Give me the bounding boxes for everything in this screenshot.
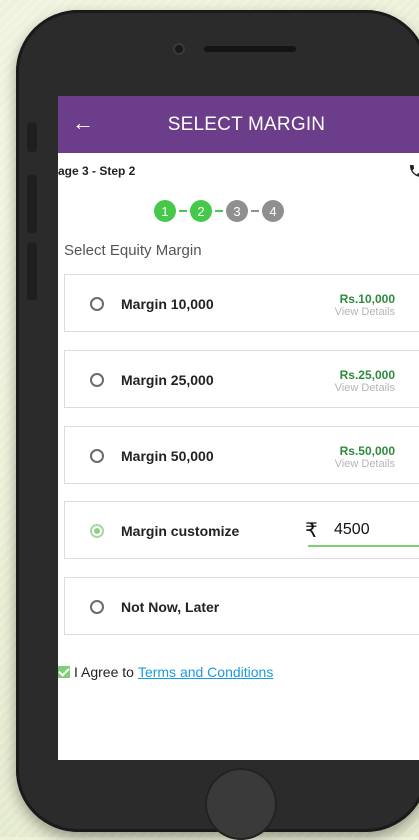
terms-link[interactable]: Terms and Conditions	[138, 664, 273, 680]
mute-switch	[27, 122, 37, 152]
page-title: SELECT MARGIN	[167, 114, 326, 135]
option-margin-50000[interactable]: Margin 50,000 Rs.50,000 View Details	[64, 426, 419, 484]
phone-icon[interactable]	[408, 163, 419, 179]
radio-button[interactable]	[90, 297, 104, 311]
option-not-now[interactable]: Not Now, Later	[64, 577, 419, 635]
price-amount: Rs.10,000	[339, 292, 395, 306]
custom-amount-input[interactable]	[308, 515, 419, 547]
stage-step-text: tage 3 - Step 2	[58, 164, 136, 178]
agree-checkbox[interactable]	[58, 666, 70, 678]
option-label: Margin 10,000	[121, 296, 214, 312]
step-2: 2	[190, 200, 212, 222]
step-3: 3	[226, 200, 248, 222]
radio-button[interactable]	[90, 449, 104, 463]
step-connector	[251, 210, 259, 212]
option-margin-25000[interactable]: Margin 25,000 Rs.25,000 View Details	[64, 350, 419, 408]
section-label: Select Equity Margin	[64, 242, 202, 259]
radio-button[interactable]	[90, 373, 104, 387]
home-button[interactable]	[205, 768, 277, 840]
app-screen: ← SELECT MARGIN tage 3 - Step 2 1 2 3 4 …	[58, 96, 419, 760]
price-amount: Rs.50,000	[339, 444, 395, 458]
option-margin-10000[interactable]: Margin 10,000 Rs.10,000 View Details	[64, 274, 419, 332]
step-connector	[179, 210, 187, 212]
view-details-link[interactable]: View Details	[335, 458, 395, 471]
step-1: 1	[154, 200, 176, 222]
view-details-link[interactable]: View Details	[335, 382, 395, 395]
front-camera	[175, 45, 183, 53]
step-connector	[215, 210, 223, 212]
view-details-link[interactable]: View Details	[335, 306, 395, 319]
price-block: Rs.25,000 View Details	[335, 369, 395, 395]
option-label: Not Now, Later	[121, 599, 220, 615]
app-bar: ← SELECT MARGIN	[58, 96, 419, 153]
option-label: Margin 25,000	[121, 372, 214, 388]
price-amount: Rs.25,000	[339, 368, 395, 382]
option-label: Margin customize	[121, 523, 240, 539]
option-margin-customize[interactable]: Margin customize ₹	[64, 501, 419, 559]
step-4: 4	[262, 200, 284, 222]
option-label: Margin 50,000	[121, 448, 214, 464]
volume-down-button	[27, 242, 37, 300]
price-block: Rs.10,000 View Details	[335, 293, 395, 319]
agree-text: I Agree to	[74, 664, 134, 680]
volume-up-button	[27, 175, 37, 233]
radio-button[interactable]	[90, 600, 104, 614]
price-block: Rs.50,000 View Details	[335, 445, 395, 471]
radio-button-selected[interactable]	[90, 524, 104, 538]
step-indicator: 1 2 3 4	[154, 200, 284, 222]
earpiece-speaker	[204, 46, 296, 52]
phone-frame: ← SELECT MARGIN tage 3 - Step 2 1 2 3 4 …	[16, 10, 419, 840]
terms-agreement: I Agree to Terms and Conditions	[58, 664, 273, 680]
